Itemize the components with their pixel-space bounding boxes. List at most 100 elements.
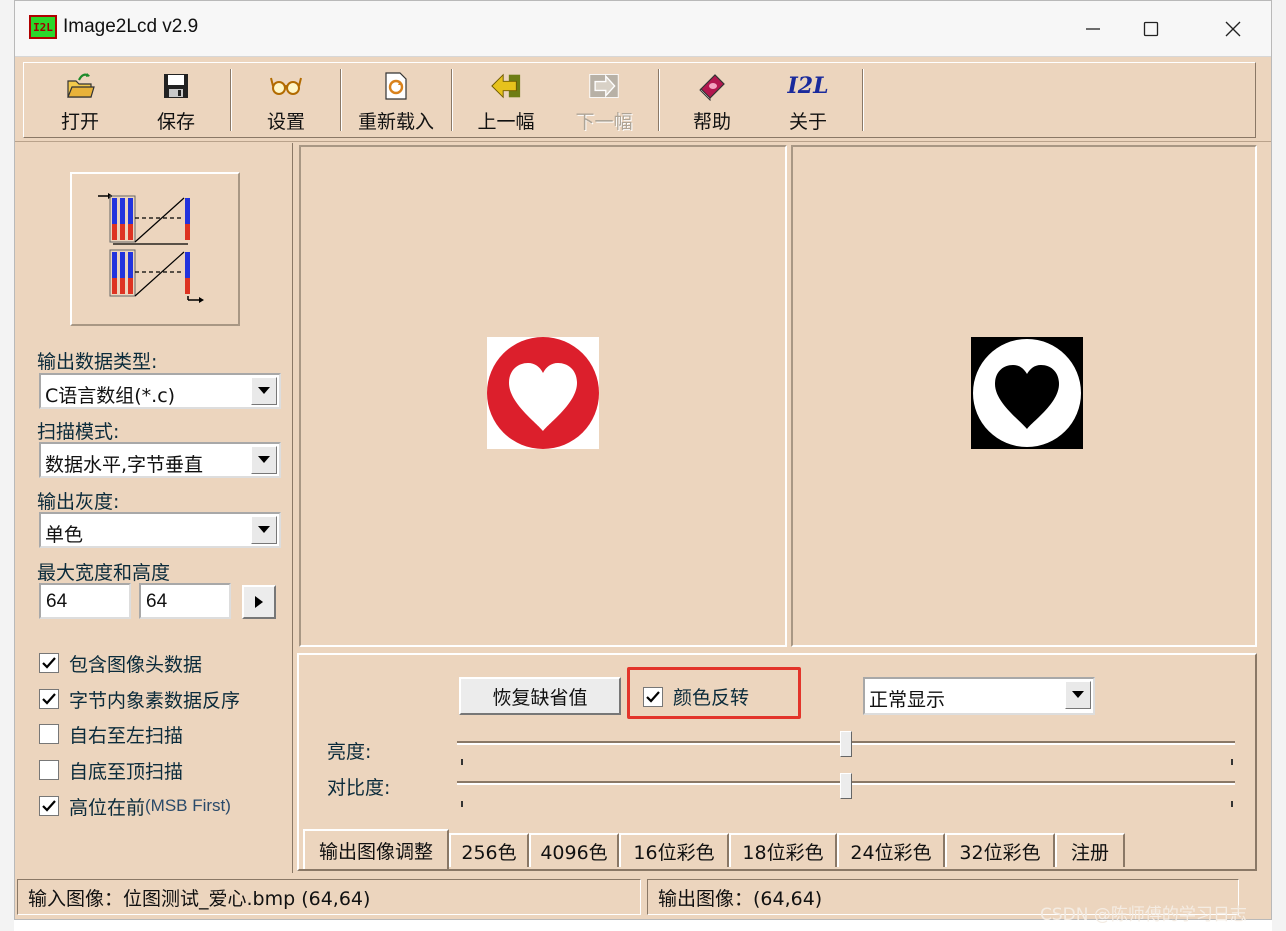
settings-panel: 输出数据类型: C语言数组(*.c) 扫描模式: 数据水平,字节垂直 输出灰度:… [15, 143, 293, 873]
contrast-label: 对比度: [327, 777, 391, 799]
option-checkbox-1[interactable]: 包含图像头数据 [39, 649, 202, 677]
option-checkbox-4[interactable]: 自底至顶扫描 [39, 756, 183, 784]
title-bar[interactable]: I2L Image2Lcd v2.9 [15, 1, 1271, 57]
option-label: 字节内象素数据反序 [69, 689, 241, 712]
option-checkbox-3[interactable]: 自右至左扫描 [39, 720, 183, 748]
save-disk-icon [160, 70, 192, 101]
contrast-slider-thumb[interactable] [840, 773, 852, 799]
close-icon [1225, 21, 1241, 37]
checkmark-icon [42, 800, 56, 812]
toolbar-separator [340, 69, 342, 131]
tab-8[interactable]: 注册 [1055, 833, 1125, 867]
max-width-input[interactable]: 64 [39, 583, 131, 619]
scan-mode-select[interactable]: 数据水平,字节垂直 [39, 442, 281, 478]
left-arrow-icon [490, 70, 522, 101]
invert-color-checkbox[interactable]: 颜色反转 [643, 683, 749, 710]
option-label-suffix: (MSB First) [145, 796, 231, 815]
right-arrow-icon [588, 70, 620, 101]
option-label: 高位在前 [69, 796, 146, 819]
scan-mode-value: 数据水平,字节垂直 [45, 454, 204, 476]
tab-5[interactable]: 18位彩色 [729, 833, 837, 867]
tab-7[interactable]: 32位彩色 [945, 833, 1055, 867]
output-type-select[interactable]: C语言数组(*.c) [39, 373, 281, 409]
previous-image-button[interactable]: 上一幅 [460, 68, 552, 134]
gray-level-select[interactable]: 单色 [39, 512, 281, 548]
checkbox-box[interactable] [39, 724, 59, 744]
max-width-value: 64 [46, 591, 68, 612]
next-image-label: 下一幅 [575, 111, 633, 133]
brightness-slider-thumb[interactable] [840, 731, 852, 757]
help-book-icon [696, 70, 728, 101]
display-mode-value: 正常显示 [869, 689, 946, 711]
invert-color-label: 颜色反转 [673, 687, 750, 709]
open-folder-icon [64, 70, 96, 101]
checkbox-box[interactable] [39, 653, 59, 673]
maximize-button[interactable] [1129, 9, 1173, 49]
checkmark-icon [42, 657, 56, 669]
tab-3[interactable]: 4096色 [529, 833, 619, 867]
background-left-strip [0, 0, 14, 931]
about-label: 关于 [788, 111, 827, 133]
checkbox-box[interactable] [39, 689, 59, 709]
about-logo-icon: I2L [787, 70, 828, 101]
minimize-button[interactable] [1071, 9, 1115, 49]
app-window: I2L Image2Lcd v2.9 打开 保存 设置 重新载入 上一幅 下一幅… [14, 0, 1272, 920]
tab-4[interactable]: 16位彩色 [619, 833, 729, 867]
toolbar-separator [451, 69, 453, 131]
reload-document-icon [380, 70, 412, 101]
output-adjust-panel: 恢复缺省值 颜色反转 正常显示 亮度: 对比度: 输出图像调整 256色 4096色… [297, 653, 1257, 871]
settings-label: 设置 [266, 111, 305, 133]
option-checkbox-5[interactable]: 高位在前 (MSB First) [39, 792, 231, 820]
apply-size-button[interactable] [242, 585, 276, 619]
scan-mode-label: 扫描模式: [37, 421, 120, 443]
next-image-button[interactable]: 下一幅 [558, 68, 650, 134]
slider-tick [461, 759, 463, 765]
chevron-down-icon[interactable] [251, 377, 277, 405]
toolbar-frame: 打开 保存 设置 重新载入 上一幅 下一幅 帮助 I2L 关于 [23, 62, 1256, 138]
save-button[interactable]: 保存 [130, 68, 222, 134]
option-checkbox-2[interactable]: 字节内象素数据反序 [39, 685, 240, 713]
output-image-pane [791, 145, 1257, 647]
gray-level-label: 输出灰度: [37, 491, 120, 513]
tab-2[interactable]: 256色 [449, 833, 529, 867]
checkmark-icon [42, 693, 56, 705]
option-label: 自右至左扫描 [69, 724, 184, 747]
watermark-text: CSDN @陈师傅的学习日志 [1040, 905, 1247, 925]
max-height-input[interactable]: 64 [139, 583, 231, 619]
checkbox-box[interactable] [39, 796, 59, 816]
open-label: 打开 [60, 111, 99, 133]
tab-1[interactable]: 输出图像调整 [303, 829, 449, 869]
open-button[interactable]: 打开 [34, 68, 126, 134]
settings-button[interactable]: 设置 [240, 68, 332, 134]
window-title: Image2Lcd v2.9 [63, 16, 199, 37]
help-label: 帮助 [692, 111, 731, 133]
about-button[interactable]: I2L 关于 [762, 68, 854, 134]
display-mode-select[interactable]: 正常显示 [863, 677, 1095, 715]
about-logo-text: I2L [787, 72, 829, 99]
slider-tick [1231, 801, 1233, 807]
brightness-label: 亮度: [327, 741, 372, 763]
chevron-down-icon[interactable] [251, 446, 277, 474]
gray-level-value: 单色 [45, 524, 84, 546]
output-heart-image [971, 337, 1083, 449]
max-height-value: 64 [146, 591, 168, 612]
close-button[interactable] [1211, 9, 1255, 49]
restore-defaults-button[interactable]: 恢复缺省值 [459, 677, 621, 715]
app-icon: I2L [29, 15, 57, 39]
option-label: 包含图像头数据 [69, 653, 203, 676]
input-image-pane [299, 145, 787, 647]
reload-button[interactable]: 重新载入 [350, 68, 442, 134]
tab-6[interactable]: 24位彩色 [837, 833, 945, 867]
chevron-down-icon[interactable] [251, 516, 277, 544]
chevron-down-icon[interactable] [1065, 681, 1091, 709]
input-image-status: 输入图像：位图测试_爱心.bmp (64,64) [17, 879, 641, 915]
play-arrow-icon [255, 596, 263, 608]
checkbox-box[interactable] [643, 686, 663, 707]
input-heart-image [487, 337, 599, 449]
checkbox-box[interactable] [39, 760, 59, 780]
output-type-value: C语言数组(*.c) [45, 385, 176, 407]
slider-tick [1231, 759, 1233, 765]
help-button[interactable]: 帮助 [666, 68, 758, 134]
save-label: 保存 [156, 111, 195, 133]
minimize-icon [1086, 28, 1100, 30]
